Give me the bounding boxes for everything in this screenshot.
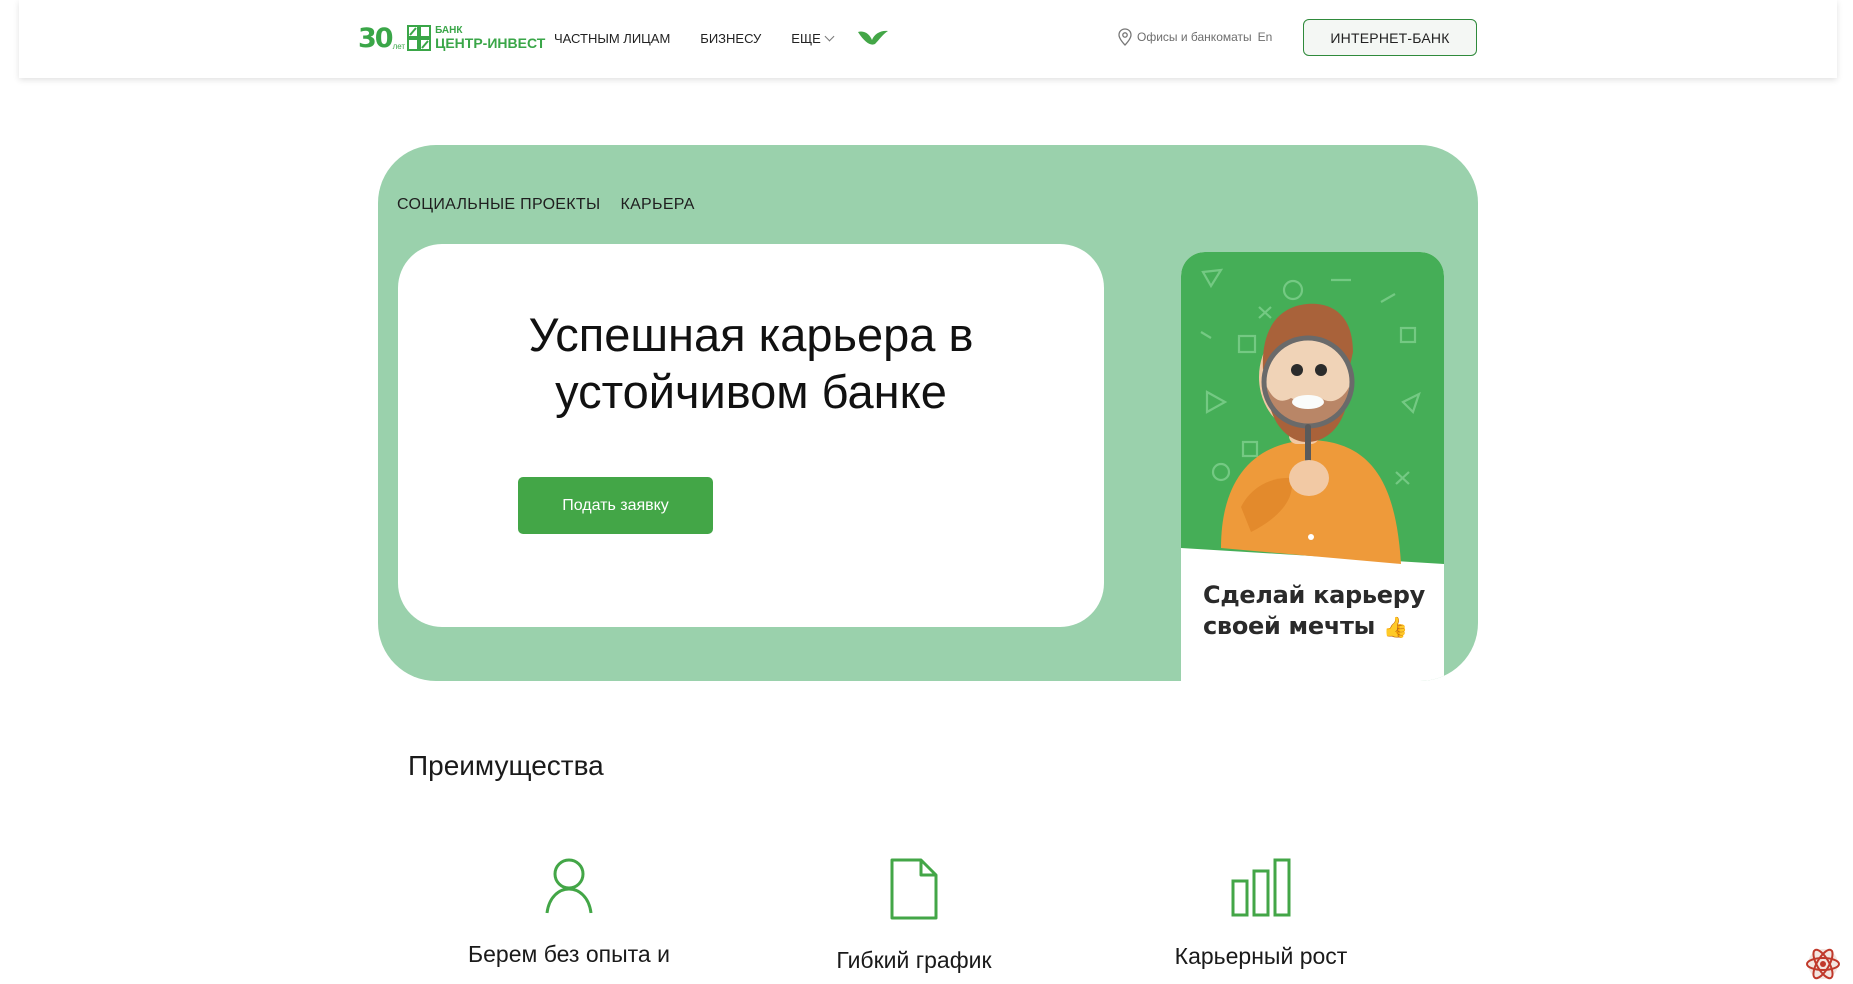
promo-caption-line1: Сделай карьеру [1203,581,1425,609]
breadcrumb-career[interactable]: КАРЬЕРА [620,196,694,214]
promo-caption-line2: своей мечты [1203,612,1376,640]
advantage-label: Гибкий график [836,947,992,973]
bird-logo-icon[interactable] [857,26,889,48]
devtools-extension-icon[interactable] [1803,944,1843,984]
promo-caption: Сделай карьеру своей мечты 👍 [1203,580,1425,643]
career-promo-card: Сделай карьеру своей мечты 👍 [1181,252,1444,681]
logo-years: лет [392,41,406,51]
breadcrumb-social-projects[interactable]: СОЦИАЛЬНЫЕ ПРОЕКТЫ [397,196,600,214]
hero-title-line2: устойчивом банке [555,365,947,418]
nav-item-private[interactable]: ЧАСТНЫМ ЛИЦАМ [554,31,670,46]
logo-mark-icon [407,25,432,51]
advantage-item: Гибкий график [764,857,1064,974]
advantage-label: Берем без опыта и [468,941,670,967]
nav-label: ЕЩЕ [791,31,821,46]
document-icon [890,858,938,920]
breadcrumb: СОЦИАЛЬНЫЕ ПРОЕКТЫ КАРЬЕРА [397,196,715,214]
advantages-title: Преимущества [408,750,604,781]
language-switch[interactable]: En [1258,30,1273,44]
nav-item-more[interactable]: ЕЩЕ [791,31,835,46]
chevron-down-icon [824,31,835,42]
advantage-item: Карьерный рост [1111,857,1411,970]
offices-link[interactable]: Офисы и банкоматы En [1118,28,1272,46]
main-nav: ЧАСТНЫМ ЛИЦАМ БИЗНЕСУ ЕЩЕ [554,31,863,46]
nav-label: ЧАСТНЫМ ЛИЦАМ [554,31,671,46]
thumbs-up-icon: 👍 [1383,615,1408,639]
nav-label: БИЗНЕСУ [700,31,762,46]
bank-logo[interactable]: 30 лет БАНК ЦЕНТР-ИНВЕСТ [358,20,545,56]
hero-title-line1: Успешная карьера в [528,308,974,361]
internet-bank-button[interactable]: ИНТЕРНЕТ-БАНК [1303,19,1477,56]
site-header: 30 лет БАНК ЦЕНТР-ИНВЕСТ ЧАСТНЫМ ЛИЦАМ Б… [19,0,1837,78]
advantage-label: Карьерный рост [1174,943,1348,969]
offices-label: Офисы и банкоматы [1137,30,1252,44]
logo-bank-name: ЦЕНТР-ИНВЕСТ [435,35,546,51]
nav-item-business[interactable]: БИЗНЕСУ [700,31,761,46]
map-pin-icon [1118,28,1132,46]
hero-card: Успешная карьера в устойчивом банке Пода… [398,244,1104,627]
logo-anniversary: 30 [358,22,394,54]
bar-chart-icon [1231,858,1291,917]
person-icon [545,858,593,914]
advantage-item: Берем без опыта и [419,857,719,968]
hero-title: Успешная карьера в устойчивом банке [398,306,1104,420]
hero-banner: СОЦИАЛЬНЫЕ ПРОЕКТЫ КАРЬЕРА Успешная карь… [378,145,1478,681]
apply-button[interactable]: Подать заявку [518,477,713,534]
